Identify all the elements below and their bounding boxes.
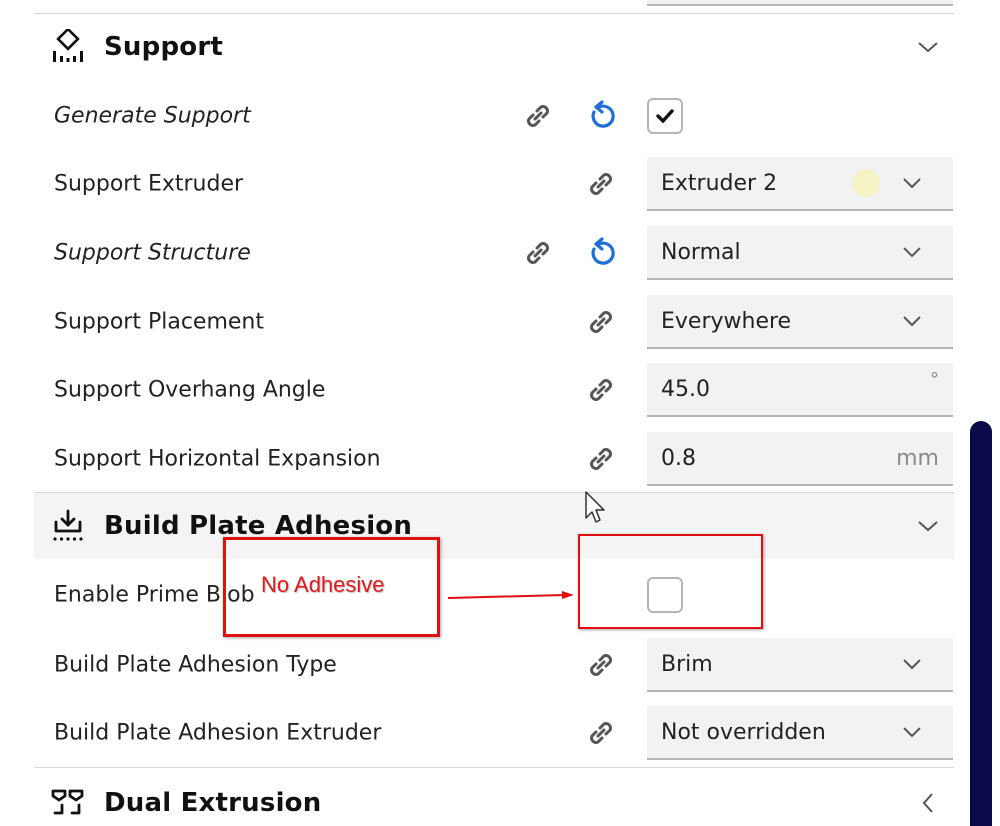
link-icon[interactable] — [520, 235, 556, 271]
setting-row-support-structure: Support Structure Normal — [34, 224, 954, 282]
chevron-down-icon — [901, 241, 923, 263]
setting-row-adhesion-extruder: Build Plate Adhesion Extruder Not overri… — [34, 704, 954, 762]
reset-icon[interactable] — [583, 98, 619, 134]
category-header-dual-extrusion[interactable]: Dual Extrusion — [34, 770, 954, 826]
category-header-support[interactable]: Support — [34, 14, 954, 80]
chevron-left-icon[interactable] — [916, 791, 940, 815]
setting-label: Support Placement — [54, 309, 264, 335]
setting-label: Build Plate Adhesion Extruder — [54, 720, 382, 746]
link-icon[interactable] — [520, 98, 556, 134]
annotation-highlight-box — [578, 534, 763, 629]
setting-row-support-placement: Support Placement Everywhere — [34, 293, 954, 351]
category-title: Support — [104, 32, 223, 62]
adhesion-extruder-dropdown[interactable]: Not overridden — [647, 706, 953, 760]
input-value: 45.0 — [661, 376, 710, 402]
setting-label: Generate Support — [54, 103, 251, 129]
link-icon[interactable] — [583, 647, 619, 683]
link-icon[interactable] — [583, 166, 619, 202]
setting-label: Build Plate Adhesion Type — [54, 652, 337, 678]
divider — [34, 767, 954, 768]
setting-label: Support Structure — [54, 240, 251, 266]
link-icon[interactable] — [583, 441, 619, 477]
support-placement-dropdown[interactable]: Everywhere — [647, 295, 953, 349]
category-header-build-plate-adhesion[interactable]: Build Plate Adhesion — [34, 493, 954, 559]
setting-label: Support Horizontal Expansion — [54, 446, 381, 472]
support-extruder-dropdown[interactable]: Extruder 2 — [647, 157, 953, 211]
category-title: Dual Extrusion — [104, 788, 322, 818]
link-icon[interactable] — [583, 715, 619, 751]
chevron-down-icon — [901, 310, 923, 332]
dropdown-value: Everywhere — [661, 308, 792, 334]
mouse-cursor-icon — [585, 491, 605, 523]
chevron-down-icon[interactable] — [916, 35, 940, 59]
setting-row-support-horizontal-expansion: Support Horizontal Expansion 0.8 mm — [34, 430, 954, 488]
chevron-down-icon — [901, 172, 923, 194]
dropdown-value: Not overridden — [661, 719, 826, 745]
support-horizontal-expansion-input[interactable]: 0.8 mm — [647, 432, 953, 486]
link-icon[interactable] — [583, 372, 619, 408]
dual-extrusion-icon — [50, 785, 86, 821]
setting-label: Support Extruder — [54, 171, 244, 197]
reset-icon[interactable] — [583, 235, 619, 271]
support-overhang-angle-input[interactable]: 45.0 ° — [647, 363, 953, 417]
annotation-arrow-icon — [447, 591, 574, 599]
adhesion-type-dropdown[interactable]: Brim — [647, 638, 953, 692]
input-value: 0.8 — [661, 445, 696, 471]
annotation-text: No Adhesive — [261, 572, 385, 597]
dropdown-value: Brim — [661, 651, 713, 677]
setting-row-adhesion-type: Build Plate Adhesion Type Brim — [34, 636, 954, 694]
dropdown-value: Normal — [661, 239, 741, 265]
setting-label: Support Overhang Angle — [54, 377, 326, 403]
chevron-down-icon[interactable] — [916, 514, 940, 538]
extruder-color-swatch — [852, 169, 880, 197]
download-plate-icon — [50, 508, 86, 544]
scrollbar-thumb[interactable] — [970, 421, 992, 826]
checkmark-icon — [656, 109, 674, 123]
setting-row-generate-support: Generate Support — [34, 87, 954, 145]
support-icon — [50, 29, 86, 65]
unit-label: mm — [896, 445, 939, 471]
dropdown-value: Extruder 2 — [661, 170, 778, 196]
setting-row-support-extruder: Support Extruder Extruder 2 — [34, 155, 954, 213]
unit-label: ° — [930, 369, 939, 390]
chevron-down-icon — [901, 653, 923, 675]
chevron-down-icon — [901, 721, 923, 743]
generate-support-checkbox[interactable] — [647, 98, 683, 134]
setting-row-support-overhang-angle: Support Overhang Angle 45.0 ° — [34, 361, 954, 419]
link-icon[interactable] — [583, 304, 619, 340]
support-structure-dropdown[interactable]: Normal — [647, 226, 953, 280]
previous-setting-field[interactable] — [647, 0, 953, 6]
